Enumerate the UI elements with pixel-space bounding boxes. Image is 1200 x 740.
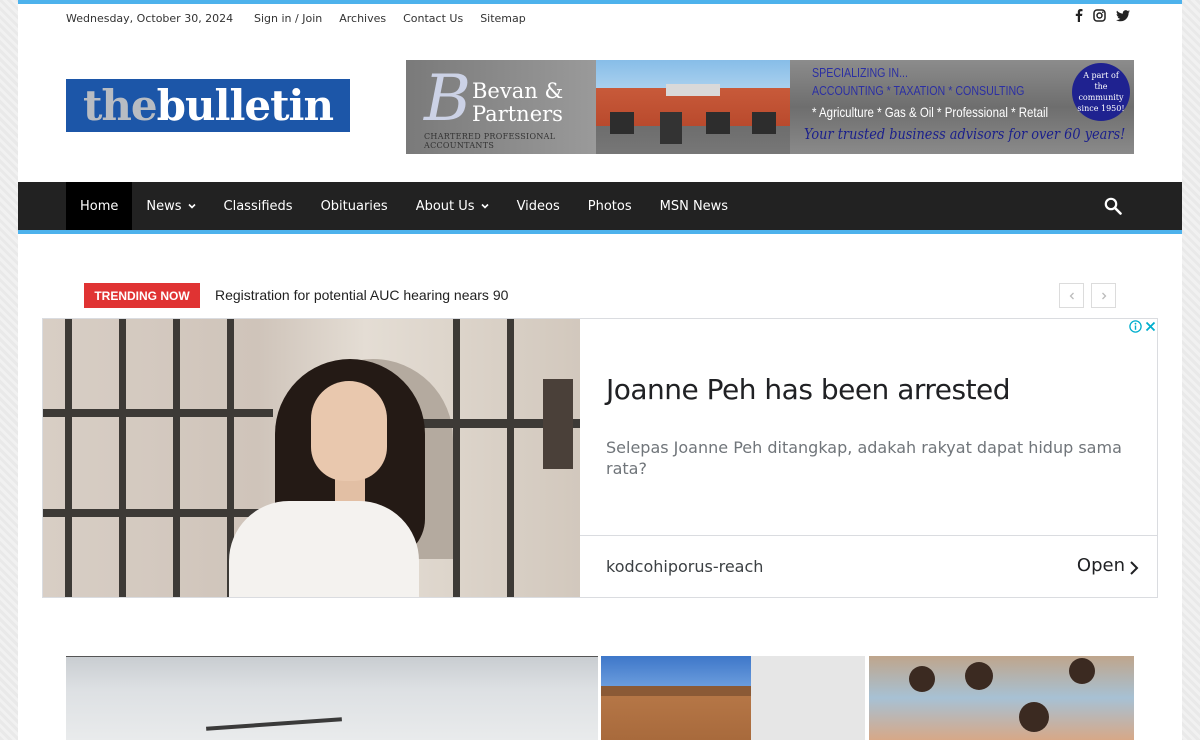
banner-tagline: Your trusted business advisors for over … xyxy=(804,125,1126,143)
logo-text-the: the xyxy=(82,81,158,130)
banner-specializing: SPECIALIZING IN... xyxy=(812,65,908,80)
banner-building-photo xyxy=(596,60,790,154)
trending-now-label: TRENDING NOW xyxy=(84,283,200,308)
site-logo[interactable]: the bulletin xyxy=(66,79,350,132)
banner-firm-panel: B Bevan & Partners CHARTERED PROFESSIONA… xyxy=(406,60,596,154)
nav-item-msn-news[interactable]: MSN News xyxy=(646,182,742,230)
nav-item-photos[interactable]: Photos xyxy=(574,182,646,230)
featured-article-image[interactable] xyxy=(66,656,598,740)
chevron-right-icon[interactable] xyxy=(1129,560,1139,576)
page: Wednesday, October 30, 2024 Sign in / Jo… xyxy=(18,0,1182,740)
top-links: Sign in / Join Archives Contact Us Sitem… xyxy=(254,12,526,25)
nav-label: News xyxy=(146,198,182,214)
ad-choices[interactable] xyxy=(1129,320,1157,333)
nav-items: Home News Classifieds Obituaries About U… xyxy=(66,182,742,230)
trending-headline[interactable]: Registration for potential AUC hearing n… xyxy=(215,287,508,303)
nav-label: Videos xyxy=(516,198,560,214)
sitemap-link[interactable]: Sitemap xyxy=(480,12,526,25)
nav-accent-line xyxy=(18,230,1182,234)
banner-services: ACCOUNTING * TAXATION * CONSULTING xyxy=(812,83,1025,98)
instagram-icon[interactable] xyxy=(1093,9,1106,22)
banner-sectors: * Agriculture * Gas & Oil * Professional… xyxy=(812,104,1049,120)
header-banner-ad[interactable]: B Bevan & Partners CHARTERED PROFESSIONA… xyxy=(406,60,1134,154)
sign-in-link[interactable]: Sign in / Join xyxy=(254,12,322,25)
nav-label: About Us xyxy=(415,198,475,214)
twitter-icon[interactable] xyxy=(1116,9,1130,22)
ad-headline[interactable]: Joanne Peh has been arrested xyxy=(606,373,1011,406)
info-icon[interactable] xyxy=(1129,320,1142,333)
social-links xyxy=(1075,9,1130,22)
archives-link[interactable]: Archives xyxy=(339,12,386,25)
ad-open-button[interactable]: Open xyxy=(1077,555,1125,576)
ad-image[interactable] xyxy=(43,319,580,597)
ad-description: Selepas Joanne Peh ditangkap, adakah rak… xyxy=(606,438,1122,478)
current-date: Wednesday, October 30, 2024 xyxy=(66,12,234,25)
main-nav: Home News Classifieds Obituaries About U… xyxy=(18,182,1182,230)
banner-firm-name: Bevan & Partners xyxy=(472,80,563,126)
article-thumbnail-building[interactable] xyxy=(601,656,865,740)
banner-firm-subtitle: CHARTERED PROFESSIONAL ACCOUNTANTS xyxy=(424,132,556,150)
ad-footer: kodcohiporus-reach Open xyxy=(580,535,1157,597)
close-icon[interactable] xyxy=(1144,320,1157,333)
chevron-right-icon xyxy=(1101,292,1106,299)
ad-advertiser: kodcohiporus-reach xyxy=(606,557,764,576)
chevron-left-icon xyxy=(1069,292,1074,299)
facebook-icon[interactable] xyxy=(1075,9,1083,22)
top-bar: Wednesday, October 30, 2024 Sign in / Jo… xyxy=(18,4,1182,32)
nav-item-about-us[interactable]: About Us xyxy=(402,182,503,230)
nav-label: Obituaries xyxy=(320,198,388,214)
badge-line-3: since 1950! xyxy=(1077,104,1125,113)
banner-community-badge: A part of the community since 1950! xyxy=(1072,63,1130,121)
nav-label: Classifieds xyxy=(223,198,293,214)
chevron-down-icon xyxy=(480,203,489,209)
native-ad-card[interactable]: Joanne Peh has been arrested Selepas Joa… xyxy=(42,318,1158,598)
nav-label: MSN News xyxy=(659,198,729,214)
trending-prev-button[interactable] xyxy=(1059,283,1084,308)
banner-firm-name-line1: Bevan & xyxy=(472,79,564,103)
nav-item-home[interactable]: Home xyxy=(66,182,133,230)
logo-text-bulletin: bulletin xyxy=(156,81,334,130)
chevron-down-icon xyxy=(187,203,196,209)
article-thumbnail-children[interactable] xyxy=(869,656,1134,740)
nav-item-obituaries[interactable]: Obituaries xyxy=(307,182,402,230)
banner-firm-name-line2: Partners xyxy=(472,102,563,126)
badge-line-1: A part of xyxy=(1083,71,1119,80)
nav-item-classifieds[interactable]: Classifieds xyxy=(210,182,307,230)
search-icon[interactable] xyxy=(1104,197,1122,215)
nav-label: Home xyxy=(80,198,119,214)
nav-item-news[interactable]: News xyxy=(132,182,209,230)
badge-line-2: the community xyxy=(1078,82,1124,102)
nav-label: Photos xyxy=(587,198,632,214)
trending-next-button[interactable] xyxy=(1091,283,1116,308)
nav-item-videos[interactable]: Videos xyxy=(503,182,574,230)
contact-us-link[interactable]: Contact Us xyxy=(403,12,463,25)
ad-info: Joanne Peh has been arrested Selepas Joa… xyxy=(580,319,1157,597)
banner-firm-initial: B xyxy=(424,62,472,136)
